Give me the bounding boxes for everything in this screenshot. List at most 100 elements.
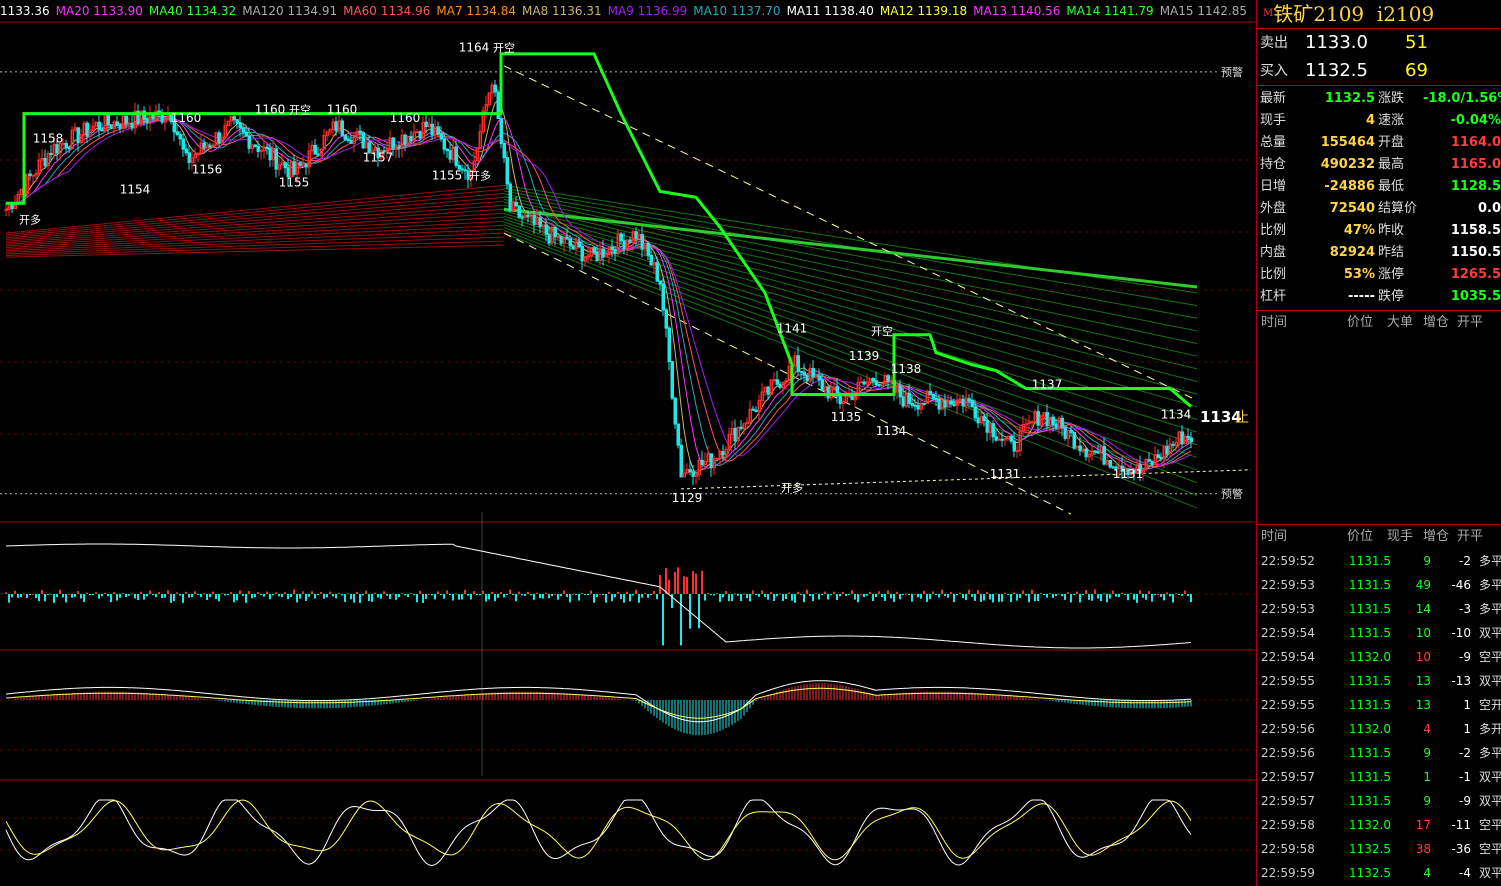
- candle: [184, 148, 188, 154]
- volume-bar: [1127, 594, 1129, 601]
- candle: [175, 131, 179, 135]
- volume-bar: [1073, 594, 1075, 595]
- candle: [127, 122, 131, 125]
- volume-bar: [980, 594, 982, 602]
- candle: [505, 157, 509, 185]
- ma-fan-green: [503, 193, 1198, 332]
- ask-row[interactable]: 卖出 1133.0 51: [1257, 29, 1501, 57]
- volume-bar: [536, 592, 538, 594]
- candle: [586, 255, 590, 258]
- tick-q: 17: [1415, 818, 1431, 832]
- detail-col-oi: 增仓: [1423, 315, 1450, 330]
- volume-bar: [851, 590, 853, 594]
- candle: [43, 157, 47, 167]
- stats-row: 比例 53% 涨停 1265.5: [1257, 264, 1501, 286]
- stat-value: 47%: [1343, 223, 1375, 238]
- candle: [1084, 448, 1088, 458]
- candle: [547, 233, 551, 244]
- volume-bar: [485, 594, 487, 602]
- tick-col-oi: 增仓: [1423, 529, 1450, 544]
- volume-bar: [1109, 594, 1111, 599]
- bid-row[interactable]: 买入 1132.5 69: [1257, 57, 1501, 85]
- volume-bar: [209, 594, 211, 598]
- tick-row[interactable]: 22:59:58 1132.0 17 -11 空平: [1257, 813, 1501, 837]
- stat-label: 比例: [1260, 223, 1287, 238]
- ma-fan-red: [5, 200, 505, 241]
- volume-bar: [566, 594, 568, 598]
- volume-bar: [440, 594, 442, 595]
- candle: [517, 205, 521, 218]
- tick-row[interactable]: 22:59:56 1131.5 9 -2 多平: [1257, 741, 1501, 765]
- candle: [826, 386, 830, 399]
- tick-row[interactable]: 22:59:53 1131.5 49 -46 多平: [1257, 573, 1501, 597]
- volume-bar: [107, 594, 109, 597]
- volume-bar: [665, 568, 667, 594]
- volume-bar: [983, 594, 985, 601]
- tick-row[interactable]: 22:59:59 1132.5 4 -4 双平: [1257, 861, 1501, 885]
- tick-row[interactable]: 22:59:57 1131.5 1 -1 双平: [1257, 765, 1501, 789]
- stop-mark: 止: [1235, 410, 1249, 426]
- volume-bar: [464, 589, 466, 594]
- tick-q: 38: [1415, 842, 1431, 856]
- tick-p: 1131.5: [1349, 578, 1391, 592]
- volume-bar: [329, 591, 331, 594]
- candlestick-chart[interactable]: 预警预警115811601160 116011601154115611551157…: [0, 0, 1256, 886]
- candle: [499, 118, 503, 145]
- candle: [658, 280, 662, 285]
- volume-bar: [164, 594, 166, 598]
- candle: [859, 381, 863, 384]
- candle: [991, 423, 995, 438]
- volume-bar: [1118, 594, 1120, 598]
- volume-bar: [551, 594, 553, 597]
- candle: [874, 380, 878, 385]
- volume-bar: [1163, 594, 1165, 601]
- candle: [595, 251, 599, 262]
- volume-bar: [218, 594, 220, 602]
- candle: [661, 283, 665, 311]
- candle: [100, 128, 104, 132]
- volume-bar: [392, 593, 394, 595]
- tick-row[interactable]: 22:59:54 1132.0 10 -9 空平: [1257, 645, 1501, 669]
- volume-bar: [545, 592, 547, 594]
- tick-row[interactable]: 22:59:55 1131.5 13 -13 双平: [1257, 669, 1501, 693]
- volume-bar: [668, 579, 670, 594]
- volume-bar: [590, 590, 592, 594]
- stat-value: 1265.5: [1450, 267, 1501, 282]
- price-label: 1137: [1032, 378, 1063, 392]
- ma-legend-item: MA15 1142.85: [1159, 4, 1247, 18]
- volume-bar: [86, 592, 88, 594]
- stat-value: 1150.5: [1450, 245, 1501, 260]
- instrument-header: M铁矿2109 i2109: [1257, 0, 1501, 29]
- volume-bar: [419, 590, 421, 594]
- volume-bar: [749, 594, 751, 602]
- stat-value: 1035.5: [1450, 289, 1501, 304]
- chart-area[interactable]: 预警 预警 1158 1160 1160 1160 1160 1154 1156 1155 1157…: [0, 0, 1256, 886]
- candle: [115, 121, 119, 127]
- candle: [886, 375, 890, 382]
- tick-p: 1131.5: [1349, 794, 1391, 808]
- tick-row[interactable]: 22:59:57 1131.5 9 -9 双平: [1257, 789, 1501, 813]
- tick-row[interactable]: 22:59:54 1131.5 10 -10 双平: [1257, 621, 1501, 645]
- volume-bar: [821, 594, 823, 595]
- volume-bar: [725, 591, 727, 594]
- volume-bar: [155, 594, 157, 598]
- volume-bar: [929, 594, 931, 600]
- stat-label: 现手: [1260, 113, 1287, 128]
- tick-row[interactable]: 22:59:55 1131.5 13 1 空开: [1257, 693, 1501, 717]
- tick-row[interactable]: 22:59:56 1132.0 4 1 多开: [1257, 717, 1501, 741]
- ma-legend-item: MA10 1137.70: [693, 4, 781, 18]
- volume-bar: [314, 594, 316, 599]
- volume-bar: [1028, 594, 1030, 603]
- tick-row[interactable]: 22:59:53 1131.5 14 -3 多平: [1257, 597, 1501, 621]
- tick-row[interactable]: 22:59:58 1132.5 38 -36 空平: [1257, 837, 1501, 861]
- volume-bar: [659, 574, 661, 594]
- tick-t: 22:59:57: [1261, 770, 1315, 784]
- volume-bar: [431, 594, 433, 596]
- volume-bar: [260, 594, 262, 596]
- candle: [442, 138, 446, 150]
- candle: [1000, 438, 1004, 441]
- tick-list[interactable]: 22:59:52 1131.5 9 -2 多平 22:59:53 1131.5 49 -46 多平…: [1257, 549, 1501, 885]
- tick-row[interactable]: 22:59:52 1131.5 9 -2 多平: [1257, 549, 1501, 573]
- volume-bar: [206, 594, 208, 601]
- volume-bar: [350, 594, 352, 600]
